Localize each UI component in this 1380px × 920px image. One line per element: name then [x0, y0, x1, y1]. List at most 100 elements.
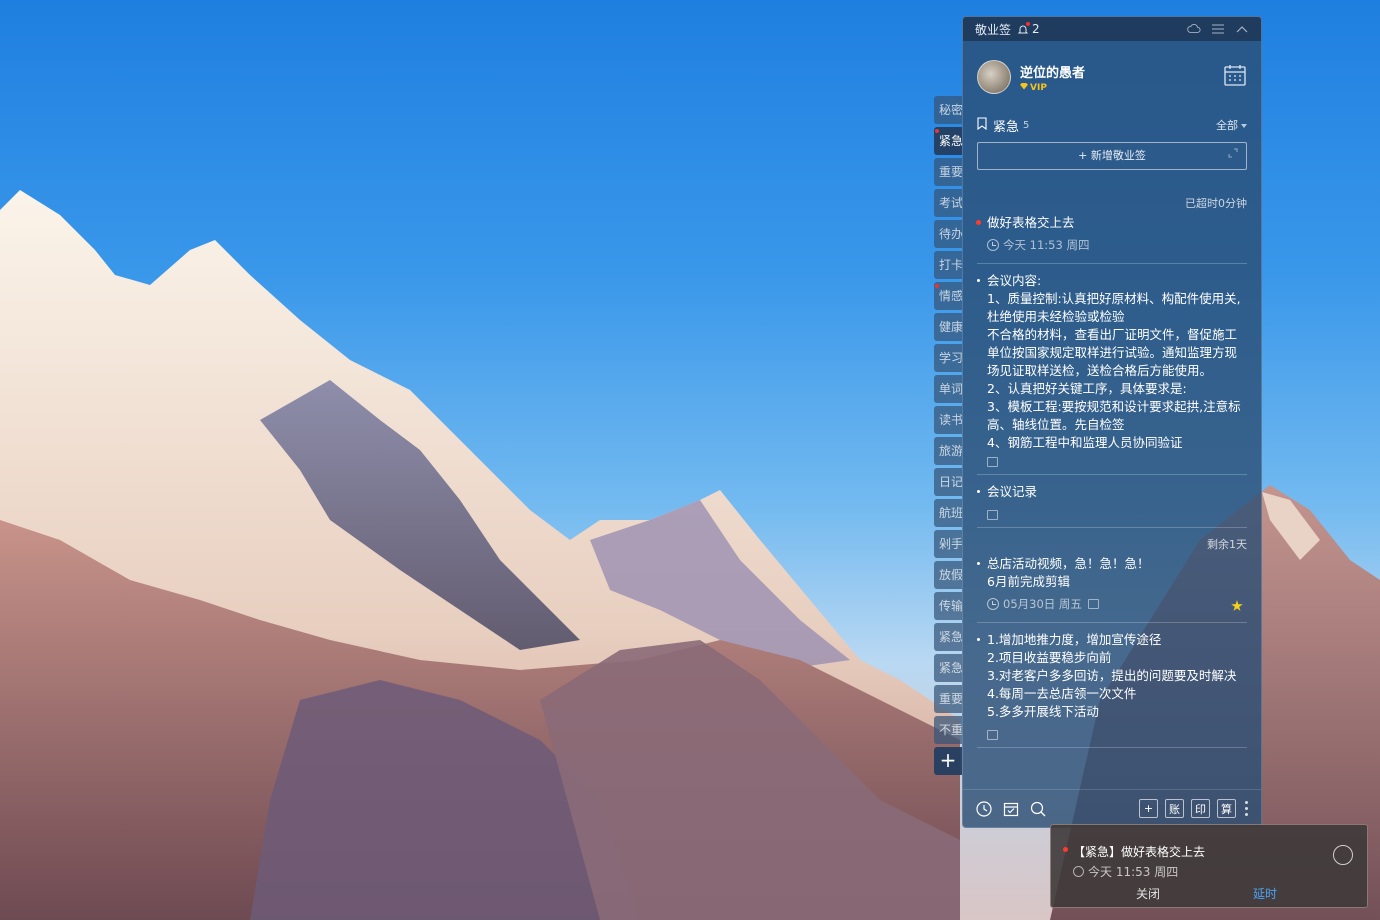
category-tab[interactable]: 放假: [934, 561, 962, 589]
category-tab[interactable]: 航班: [934, 499, 962, 527]
cloud-sync-icon[interactable]: [1187, 22, 1201, 36]
category-count: 5: [1023, 119, 1030, 131]
note-content: 会议内容: 1、质量控制:认真把好原材料、构配件使用关,杜绝使用未经检验或检验 …: [977, 272, 1247, 448]
category-tab-label: 单词: [939, 382, 962, 396]
calendar-icon[interactable]: [1223, 63, 1247, 87]
note-panel: 敬业签 2 逆位的愚者 VIP 紧急 5 全部 + 新增敬业签 已超时0分钟 做…: [962, 16, 1262, 828]
category-tab-label: 放假: [939, 568, 962, 582]
diamond-icon: [1020, 82, 1028, 90]
category-tab[interactable]: 紧急: [934, 654, 962, 682]
category-tab-label: 读书: [939, 413, 962, 427]
category-tab[interactable]: 重要: [934, 685, 962, 713]
note-item[interactable]: 1.增加地推力度，增加宣传途径 2.项目收益要稳步向前 3.对老客户多多回访，提…: [977, 623, 1247, 748]
category-tab[interactable]: 不重: [934, 716, 962, 744]
attachment-icon[interactable]: [987, 457, 998, 467]
category-tab[interactable]: 打卡: [934, 251, 962, 279]
category-tab-label: 旅游: [939, 444, 962, 458]
category-tab[interactable]: 健康: [934, 313, 962, 341]
category-tab[interactable]: 剁手: [934, 530, 962, 558]
complete-circle-button[interactable]: [1333, 845, 1353, 865]
category-tab-label: 紧急: [939, 661, 962, 675]
category-tab-label: 紧急: [939, 630, 962, 644]
clock-icon: [987, 239, 999, 251]
category-tab[interactable]: 日记: [934, 468, 962, 496]
category-tab-label: 航班: [939, 506, 962, 520]
bullet-dot: [977, 562, 980, 565]
clock-icon: [987, 598, 999, 610]
note-list: 已超时0分钟做好表格交上去 今天 11:53 周四会议内容: 1、质量控制:认真把…: [963, 187, 1261, 789]
attachment-icon[interactable]: [987, 730, 998, 740]
stamp-button[interactable]: 印: [1191, 799, 1210, 818]
note-content: 总店活动视频，急！急！急！ 6月前完成剪辑: [977, 555, 1247, 591]
note-content: 1.增加地推力度，增加宣传途径 2.项目收益要稳步向前 3.对老客户多多回访，提…: [977, 631, 1247, 721]
attachment-icon[interactable]: [1087, 599, 1099, 609]
category-tab-label: 情感: [939, 289, 962, 303]
menu-icon[interactable]: [1211, 22, 1225, 36]
note-time: 今天 11:53 周四: [977, 237, 1247, 253]
note-content: 做好表格交上去: [976, 214, 1247, 232]
add-icon-button[interactable]: +: [1139, 799, 1158, 818]
calculator-button[interactable]: 算: [1217, 799, 1236, 818]
clock-icon[interactable]: [975, 800, 993, 818]
note-status: 已超时0分钟: [1185, 197, 1247, 210]
titlebar: 敬业签 2: [963, 17, 1261, 41]
category-tab[interactable]: 秘密: [934, 96, 962, 124]
category-tab[interactable]: 传输: [934, 592, 962, 620]
category-name: 紧急: [993, 119, 1020, 135]
snooze-button[interactable]: 延时: [1253, 885, 1277, 902]
reminder-popup: 【紧急】做好表格交上去 今天 11:53 周四 关闭 延时: [1050, 824, 1368, 908]
note-item[interactable]: 会议内容: 1、质量控制:认真把好原材料、构配件使用关,杜绝使用未经检验或检验 …: [977, 264, 1247, 475]
category-tab[interactable]: 单词: [934, 375, 962, 403]
note-item[interactable]: 会议记录: [977, 475, 1247, 528]
reminder-title: 【紧急】做好表格交上去: [1073, 845, 1206, 859]
category-tabs: 秘密 紧急 重要 考试 待办 打卡 情感 健康 学习 单词 读书 旅游 日记 航班 剁手 放假 传输 紧急 紧急 重要…: [934, 96, 962, 775]
category-tab[interactable]: 学习: [934, 344, 962, 372]
avatar[interactable]: [977, 60, 1011, 94]
category-tab[interactable]: 读书: [934, 406, 962, 434]
category-tab-label: 剁手: [939, 537, 962, 551]
filter-dropdown[interactable]: 全部: [1216, 117, 1247, 133]
search-icon[interactable]: [1029, 800, 1047, 818]
notification-count: 2: [1032, 22, 1040, 36]
category-tab[interactable]: 旅游: [934, 437, 962, 465]
vip-badge: VIP: [1020, 82, 1085, 93]
category-tab-label: 待办: [939, 227, 962, 241]
calendar-check-icon[interactable]: [1002, 800, 1020, 818]
expand-icon: [1228, 148, 1238, 158]
bullet-dot: [977, 279, 980, 282]
close-button[interactable]: 关闭: [1136, 885, 1160, 902]
add-category-button[interactable]: +: [934, 747, 962, 775]
urgent-dot: [1063, 847, 1068, 852]
category-tab-label: 打卡: [939, 258, 962, 272]
category-tab-label: 日记: [939, 475, 962, 489]
add-note-button[interactable]: + 新增敬业签: [977, 142, 1247, 170]
unread-dot: [935, 284, 939, 288]
category-tab[interactable]: 紧急: [934, 127, 962, 155]
clock-icon: [1073, 866, 1084, 877]
category-tab-label: 健康: [939, 320, 962, 334]
category-tab[interactable]: 情感: [934, 282, 962, 310]
attachment-icon[interactable]: [987, 510, 998, 520]
ledger-button[interactable]: 账: [1165, 799, 1184, 818]
category-tab[interactable]: 待办: [934, 220, 962, 248]
more-icon[interactable]: [1245, 801, 1249, 816]
bell-icon[interactable]: [1017, 22, 1031, 35]
note-item[interactable]: 已超时0分钟做好表格交上去 今天 11:53 周四: [976, 187, 1247, 264]
category-tab[interactable]: 紧急: [934, 623, 962, 651]
collapse-icon[interactable]: [1235, 22, 1249, 36]
category-tab[interactable]: 考试: [934, 189, 962, 217]
note-item[interactable]: 剩余1天 总店活动视频，急！急！急！ 6月前完成剪辑 05月30日 周五: [977, 528, 1247, 623]
bullet-dot: [976, 220, 981, 225]
user-name: 逆位的愚者: [1020, 65, 1086, 81]
bullet-dot: [977, 490, 980, 493]
category-tab[interactable]: 重要: [934, 158, 962, 186]
bookmark-icon: [977, 116, 987, 134]
note-content: 会议记录: [977, 483, 1247, 501]
category-tab-label: 传输: [939, 599, 962, 613]
category-tab-label: 考试: [939, 196, 962, 210]
category-tab-label: 秘密: [939, 103, 962, 117]
category-tab-label: 重要: [939, 692, 962, 706]
category-tab-label: 学习: [939, 351, 962, 365]
category-tab-label: 不重: [939, 723, 962, 737]
reminder-time: 今天 11:53 周四: [1073, 863, 1178, 880]
